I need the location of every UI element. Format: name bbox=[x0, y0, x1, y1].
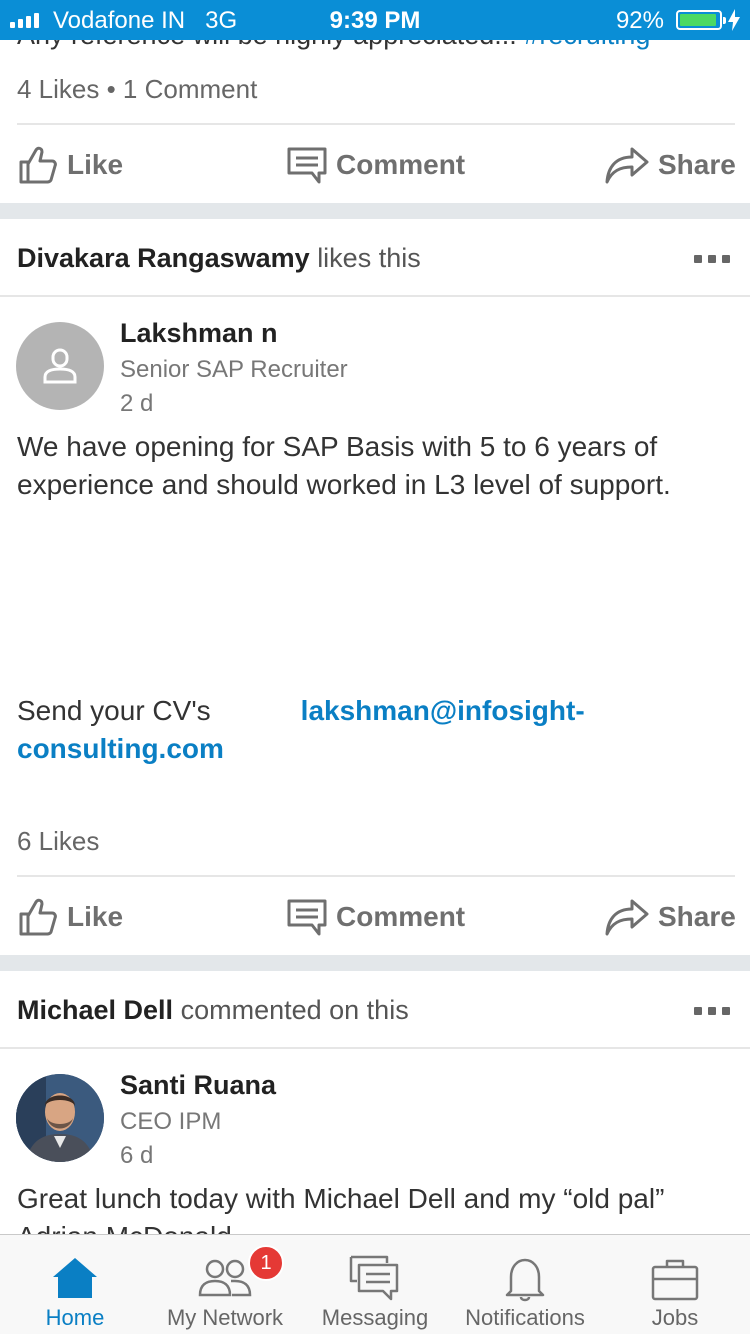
share-button[interactable]: Share bbox=[604, 877, 736, 957]
briefcase-icon bbox=[651, 1259, 699, 1301]
tab-label: Messaging bbox=[321, 1305, 429, 1330]
feed-separator bbox=[0, 955, 750, 971]
comment-icon bbox=[287, 147, 327, 184]
charging-icon bbox=[728, 9, 740, 31]
tab-messaging[interactable]: Messaging bbox=[300, 1235, 450, 1334]
feed-separator bbox=[0, 203, 750, 219]
tab-label: My Network bbox=[166, 1305, 284, 1330]
actor-name[interactable]: Divakara Rangaswamy bbox=[17, 243, 310, 273]
author-name[interactable]: Santi Ruana bbox=[120, 1070, 276, 1101]
email-link-part1[interactable]: lakshman@infosight- bbox=[301, 695, 585, 726]
network-icon bbox=[198, 1259, 252, 1297]
divider bbox=[0, 295, 750, 297]
tab-label: Notifications bbox=[465, 1305, 585, 1330]
bell-icon bbox=[505, 1258, 545, 1302]
notification-badge: 1 bbox=[248, 1245, 284, 1281]
more-options-button[interactable] bbox=[694, 1007, 730, 1015]
tab-label: Jobs bbox=[651, 1305, 699, 1330]
share-icon bbox=[605, 147, 649, 184]
author-headline: Senior SAP Recruiter bbox=[120, 356, 348, 383]
thumbs-up-icon bbox=[19, 146, 57, 184]
battery-icon bbox=[676, 10, 726, 30]
tab-jobs[interactable]: Jobs bbox=[600, 1235, 750, 1334]
author-headline: CEO IPM bbox=[120, 1108, 222, 1135]
battery-percent: 92% bbox=[615, 7, 664, 34]
actor-name[interactable]: Michael Dell bbox=[17, 995, 173, 1025]
tab-notifications[interactable]: Notifications bbox=[450, 1235, 600, 1334]
comment-icon bbox=[287, 899, 327, 936]
thumbs-up-icon bbox=[19, 898, 57, 936]
comment-button[interactable]: Comment bbox=[286, 125, 465, 205]
messaging-icon bbox=[349, 1255, 399, 1301]
activity-header: Divakara Rangaswamy likes this bbox=[17, 243, 421, 273]
tab-label: Home bbox=[45, 1305, 105, 1330]
post-actions: Like Comment Share bbox=[0, 125, 750, 205]
comment-button[interactable]: Comment bbox=[286, 877, 465, 957]
post-contact: Send your CV's lakshman@infosight- consul… bbox=[17, 695, 585, 764]
activity-header: Michael Dell commented on this bbox=[17, 995, 409, 1025]
post-body: Great lunch today with Michael Dell and … bbox=[17, 1183, 665, 1234]
post-age: 2 d bbox=[120, 390, 154, 417]
post-age: 6 d bbox=[120, 1142, 154, 1169]
more-options-button[interactable] bbox=[694, 255, 730, 263]
like-button[interactable]: Like bbox=[17, 877, 123, 957]
bottom-tab-bar: Home 1 My Network Messaging Notification… bbox=[0, 1234, 750, 1334]
divider bbox=[0, 1047, 750, 1049]
tab-home[interactable]: Home bbox=[0, 1235, 150, 1334]
profile-photo bbox=[16, 1074, 104, 1162]
post-social-counts[interactable]: 6 Likes bbox=[17, 826, 99, 857]
like-button[interactable]: Like bbox=[17, 125, 123, 205]
share-button[interactable]: Share bbox=[604, 125, 736, 205]
share-icon bbox=[605, 899, 649, 936]
author-name[interactable]: Lakshman n bbox=[120, 318, 278, 349]
person-placeholder-icon bbox=[43, 348, 77, 384]
email-link-part2[interactable]: consulting.com bbox=[17, 733, 224, 764]
status-bar: Vodafone IN 3G 9:39 PM 92% bbox=[0, 0, 750, 40]
post-social-counts[interactable]: 4 Likes • 1 Comment bbox=[17, 74, 257, 105]
avatar[interactable] bbox=[16, 1074, 104, 1162]
tab-my-network[interactable]: 1 My Network bbox=[150, 1235, 300, 1334]
home-icon bbox=[53, 1258, 97, 1298]
post-body: We have opening for SAP Basis with 5 to … bbox=[17, 431, 671, 500]
avatar[interactable] bbox=[16, 322, 104, 410]
post-actions: Like Comment Share bbox=[0, 877, 750, 957]
